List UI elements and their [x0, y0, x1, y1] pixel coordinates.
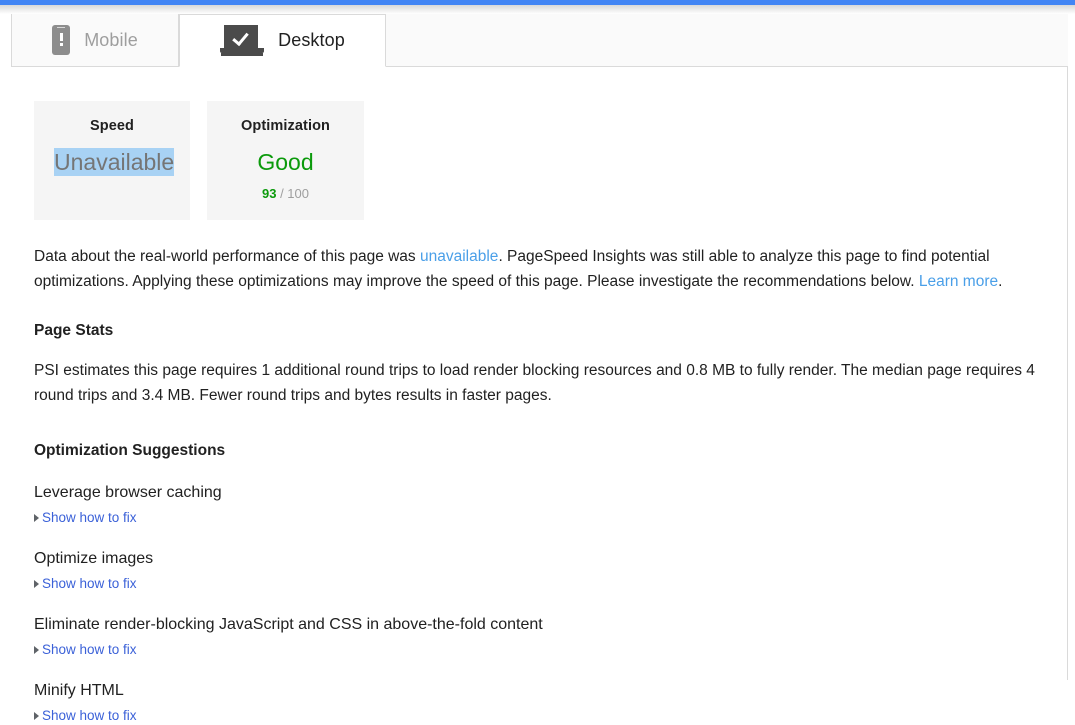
- score-card-optimization-value: Good: [257, 149, 314, 175]
- suggestion-item: Eliminate render-blocking JavaScript and…: [0, 615, 1067, 659]
- intro-paragraph: Data about the real-world performance of…: [0, 244, 1067, 294]
- chevron-right-icon: [34, 646, 39, 654]
- show-how-to-fix-toggle[interactable]: Show how to fix: [34, 708, 137, 724]
- suggestion-item: Optimize images Show how to fix: [0, 549, 1067, 593]
- suggestion-title: Optimize images: [34, 550, 154, 567]
- optimization-suggestions-list: Leverage browser caching Show how to fix…: [0, 483, 1067, 725]
- intro-text-before: Data about the real-world performance of…: [34, 248, 420, 265]
- show-how-to-fix-label: Show how to fix: [42, 708, 137, 723]
- show-how-to-fix-toggle[interactable]: Show how to fix: [34, 576, 137, 592]
- score-card-speed-title: Speed: [89, 118, 134, 134]
- score-card-optimization-title: Optimization: [241, 118, 330, 134]
- tab-mobile-label: Mobile: [84, 29, 138, 50]
- suggestion-title: Minify HTML: [34, 682, 124, 699]
- laptop-check-icon: [220, 24, 265, 57]
- suggestion-item: Leverage browser caching Show how to fix: [0, 483, 1067, 527]
- phone-warning-icon: [52, 25, 71, 55]
- suggestion-item: Minify HTML Show how to fix: [0, 681, 1067, 725]
- intro-text-after: .: [998, 273, 1003, 290]
- tab-desktop-label: Desktop: [278, 30, 345, 50]
- tab-mobile[interactable]: Mobile: [12, 14, 179, 66]
- optimization-score-number: 93: [261, 186, 277, 201]
- content-right-border: [1067, 67, 1068, 680]
- learn-more-link[interactable]: Learn more: [919, 273, 998, 290]
- optimization-score-total: / 100: [280, 186, 309, 201]
- score-card-row: Speed Unavailable Optimization Good 93 /…: [0, 67, 1067, 220]
- score-card-speed-value-wrap: Unavailable: [54, 148, 175, 176]
- chevron-right-icon: [34, 712, 39, 720]
- chevron-right-icon: [34, 514, 39, 522]
- chevron-right-icon: [34, 580, 39, 588]
- report-content: Speed Unavailable Optimization Good 93 /…: [0, 67, 1067, 725]
- score-card-speed-value: Unavailable: [54, 148, 175, 176]
- show-how-to-fix-toggle[interactable]: Show how to fix: [34, 510, 137, 526]
- optimization-suggestions-heading: Optimization Suggestions: [34, 442, 226, 459]
- tab-desktop[interactable]: Desktop: [179, 14, 386, 67]
- strategy-tab-strip: Mobile Desktop: [11, 14, 1068, 67]
- page-stats-heading: Page Stats: [34, 322, 114, 339]
- unavailable-link[interactable]: unavailable: [420, 248, 498, 265]
- score-card-optimization: Optimization Good 93 / 100: [207, 101, 364, 220]
- suggestion-title: Eliminate render-blocking JavaScript and…: [34, 616, 543, 633]
- top-bar-shadow: [0, 5, 1075, 14]
- show-how-to-fix-label: Show how to fix: [42, 576, 137, 591]
- show-how-to-fix-label: Show how to fix: [42, 510, 137, 525]
- score-card-speed: Speed Unavailable: [34, 101, 190, 220]
- show-how-to-fix-label: Show how to fix: [42, 642, 137, 657]
- page-stats-paragraph: PSI estimates this page requires 1 addit…: [34, 362, 1035, 404]
- score-card-optimization-score: 93 / 100: [227, 186, 344, 201]
- show-how-to-fix-toggle[interactable]: Show how to fix: [34, 642, 137, 658]
- suggestion-title: Leverage browser caching: [34, 484, 222, 501]
